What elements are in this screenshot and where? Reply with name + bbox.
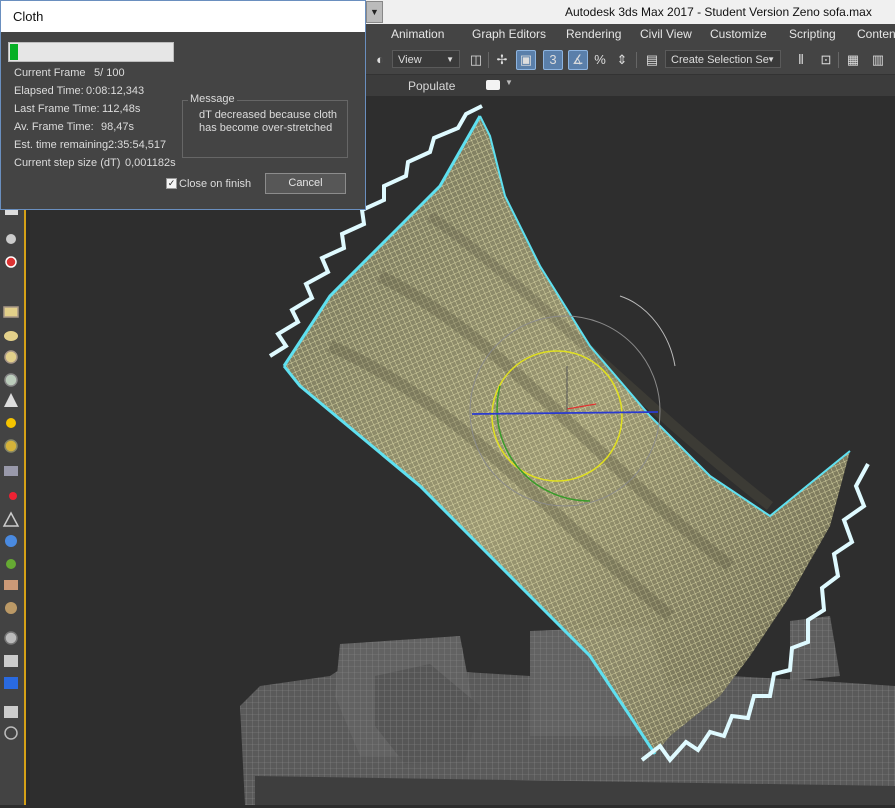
chevron-down-icon: ▼ bbox=[446, 55, 454, 64]
camera-icon bbox=[5, 256, 17, 268]
cloth-simulation-dialog: Cloth Current Frame 5/ 100 Elapsed Time:… bbox=[0, 0, 366, 210]
globe-icon bbox=[5, 535, 17, 547]
scene-explorer-icon[interactable]: ▥ bbox=[868, 50, 888, 70]
edit-named-selection-icon[interactable]: ▤ bbox=[642, 50, 662, 70]
align-icon[interactable]: ⊡ bbox=[816, 50, 836, 70]
tab-populate[interactable]: Populate bbox=[408, 79, 455, 93]
close-on-finish-checkbox[interactable]: ✓ bbox=[166, 178, 177, 189]
message-text: dT decreased because cloth has become ov… bbox=[199, 109, 337, 134]
mirror-icon[interactable]: ⫴ bbox=[791, 50, 811, 70]
dialog-title-bar[interactable]: Cloth bbox=[1, 1, 365, 32]
window-menu-button[interactable]: ▼ bbox=[366, 1, 383, 23]
sofa-cushion-far-wire bbox=[790, 616, 840, 681]
menu-civil-view[interactable]: Civil View bbox=[640, 27, 692, 41]
percent-snap-icon[interactable]: % bbox=[590, 50, 610, 70]
display-icon bbox=[4, 631, 18, 645]
step-size-label: Current step size (dT) bbox=[14, 157, 121, 169]
named-selection-set-dropdown[interactable]: Create Selection Se ▼ bbox=[665, 50, 781, 68]
cone-icon bbox=[4, 331, 18, 341]
pyramid-icon bbox=[4, 393, 18, 407]
particle-icon bbox=[9, 492, 17, 500]
snaps-toggle-label: 3 bbox=[549, 52, 557, 67]
render-setup-icon bbox=[4, 677, 18, 689]
helper-icon bbox=[2, 511, 20, 527]
elapsed-time-value: 0:08:12,343 bbox=[86, 85, 145, 97]
sun-icon bbox=[6, 418, 16, 428]
help-icon bbox=[4, 726, 18, 740]
gizmo-top-arc bbox=[619, 295, 676, 367]
ribbon-toggle-icon[interactable] bbox=[486, 80, 500, 90]
menu-customize[interactable]: Customize bbox=[710, 27, 767, 41]
grid-icon bbox=[4, 466, 18, 476]
asset-icon bbox=[4, 706, 18, 718]
schematic-icon bbox=[4, 655, 18, 667]
last-frame-time-value: 112,48s bbox=[102, 103, 141, 115]
dialog-title: Cloth bbox=[13, 9, 44, 24]
est-time-remaining-label: Est. time remaining bbox=[14, 139, 109, 151]
menu-scripting[interactable]: Scripting bbox=[789, 27, 836, 41]
spacewarp-icon bbox=[4, 580, 18, 590]
message-legend: Message bbox=[188, 93, 237, 105]
checkmark-icon: ✓ bbox=[167, 178, 176, 188]
select-and-manipulate-icon[interactable]: ✢ bbox=[492, 50, 512, 70]
menu-rendering[interactable]: Rendering bbox=[566, 27, 621, 41]
use-center-icon[interactable]: ◐ bbox=[370, 50, 390, 70]
pivot-center-icon[interactable]: ◫ bbox=[466, 50, 486, 70]
chevron-down-icon[interactable]: ▼ bbox=[505, 78, 513, 87]
torus-icon bbox=[4, 439, 18, 453]
sphere-icon bbox=[4, 350, 18, 364]
last-frame-time-label: Last Frame Time: bbox=[14, 103, 100, 115]
avg-frame-time-label: Av. Frame Time: bbox=[14, 121, 94, 133]
angle-snap-icon[interactable]: ∡ bbox=[568, 50, 588, 70]
spinner-snap-icon[interactable]: ⇕ bbox=[612, 50, 632, 70]
chevron-down-icon: ▼ bbox=[767, 55, 775, 64]
progress-fill bbox=[10, 44, 18, 60]
close-on-finish-label[interactable]: Close on finish bbox=[179, 178, 251, 190]
box-icon bbox=[3, 306, 19, 318]
utility-icon bbox=[5, 602, 17, 614]
toolbar-divider bbox=[488, 52, 489, 68]
current-frame-value: 5/ 100 bbox=[94, 67, 125, 79]
simulation-progress-bar bbox=[8, 42, 174, 62]
plant-icon bbox=[6, 559, 16, 569]
app-title: Autodesk 3ds Max 2017 - Student Version … bbox=[565, 5, 872, 19]
menu-graph-editors[interactable]: Graph Editors bbox=[472, 27, 546, 41]
cancel-button[interactable]: Cancel bbox=[265, 173, 346, 194]
est-time-remaining-value: 2:35:54,517 bbox=[108, 139, 167, 151]
reference-coordinate-value: View bbox=[398, 54, 422, 66]
light-icon bbox=[6, 234, 16, 244]
current-frame-label: Current Frame bbox=[14, 67, 86, 79]
layer-explorer-icon[interactable]: ▦ bbox=[843, 50, 863, 70]
keyboard-shortcut-override-icon[interactable]: ▣ bbox=[516, 50, 536, 70]
menu-content[interactable]: Conten bbox=[857, 27, 895, 41]
elapsed-time-label: Elapsed Time: bbox=[14, 85, 84, 97]
snaps-toggle-icon[interactable]: 3 bbox=[543, 50, 563, 70]
reference-coordinate-dropdown[interactable]: View ▼ bbox=[392, 50, 460, 68]
toolbar-divider bbox=[636, 52, 637, 68]
named-selection-set-value: Create Selection Se bbox=[671, 54, 769, 66]
menu-animation[interactable]: Animation bbox=[391, 27, 444, 41]
geosphere-icon bbox=[4, 373, 18, 387]
avg-frame-time-value: 98,47s bbox=[101, 121, 135, 133]
icon-group bbox=[2, 209, 20, 740]
toolbar-divider bbox=[838, 52, 839, 68]
step-size-value: 0,001182s bbox=[125, 157, 176, 169]
